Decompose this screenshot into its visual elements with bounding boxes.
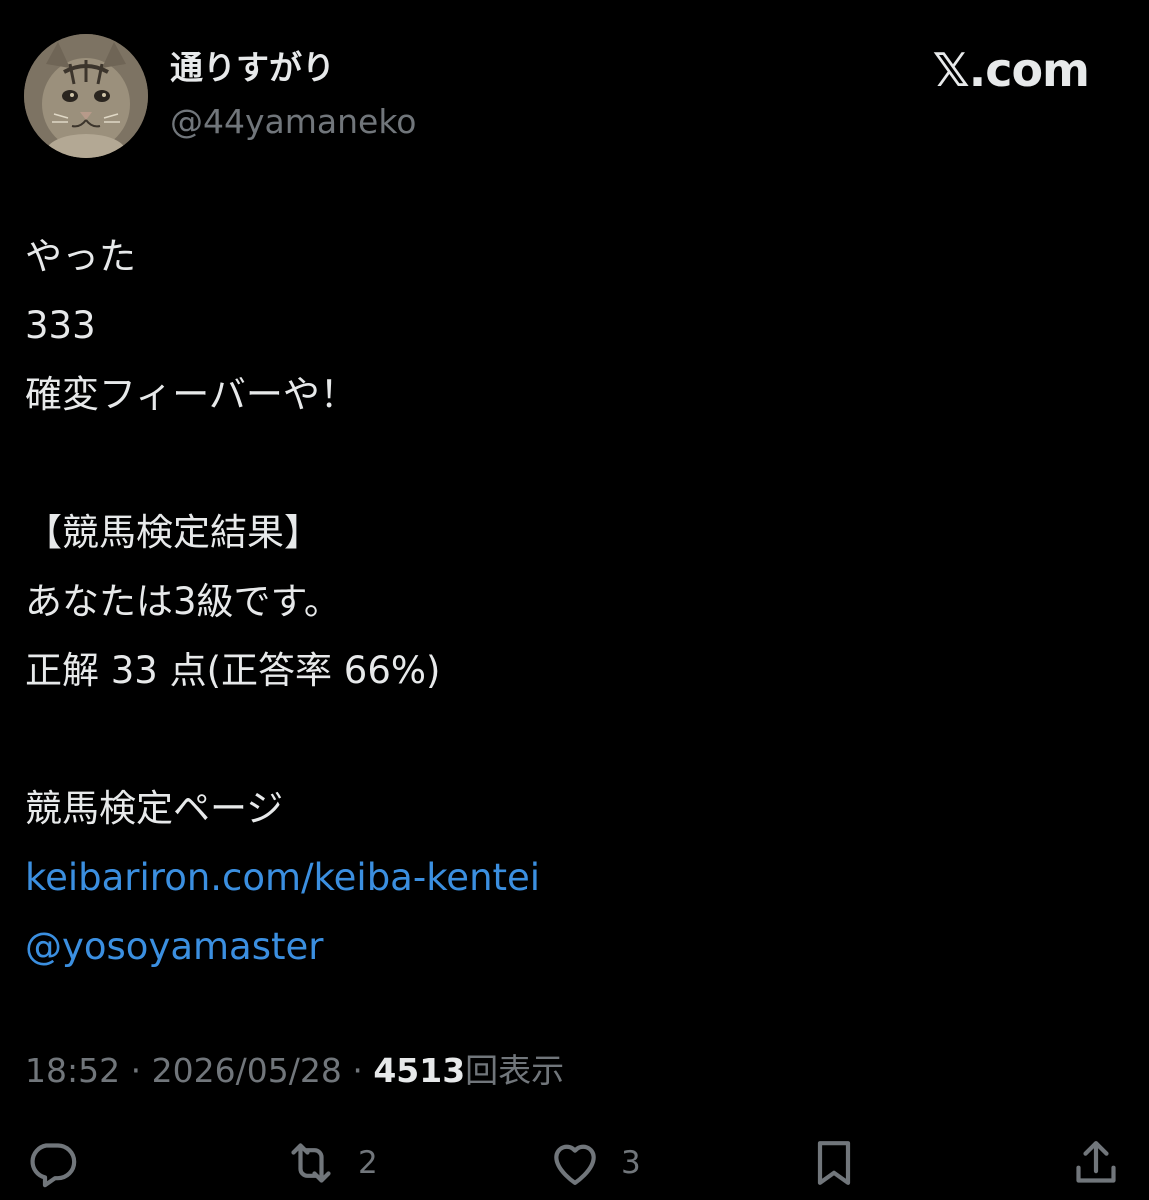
share-icon (1076, 1141, 1116, 1183)
tweet-time[interactable]: 18:52 (25, 1051, 120, 1090)
retweet-button[interactable]: 2 (282, 1132, 378, 1194)
share-button[interactable] (1068, 1132, 1124, 1194)
tweet-line: 正解 33 点(正答率 66%) (25, 649, 441, 692)
retweet-count: 2 (358, 1145, 378, 1181)
meta-separator: · (130, 1051, 142, 1090)
display-name[interactable]: 通りすがり (170, 46, 335, 90)
reply-button[interactable] (24, 1132, 80, 1194)
tweet-actions: 2 3 (0, 1132, 1149, 1200)
tweet-line: あなたは3級です。 (25, 580, 341, 623)
avatar[interactable] (24, 34, 148, 158)
tweet-meta: 18:52 · 2026/05/28 · 4513回表示 (25, 1046, 564, 1096)
meta-separator: · (352, 1051, 363, 1090)
user-handle[interactable]: @44yamaneko (170, 100, 416, 144)
heart-icon (554, 1144, 596, 1185)
like-count: 3 (621, 1145, 641, 1181)
tweet-mention-link[interactable]: @yosoyamaster (25, 912, 1125, 981)
reply-icon (30, 1143, 77, 1188)
tweet-link-url[interactable]: keibariron.com/keiba-kentei (25, 843, 1125, 912)
tweet-line: 333 (25, 304, 96, 347)
tweet-header: 通りすがり @44yamaneko 𝕏.com (0, 0, 1149, 175)
views-count: 4513 (373, 1051, 466, 1090)
tweet-line: やった (25, 235, 136, 278)
tweet-date[interactable]: 2026/05/28 (152, 1051, 342, 1090)
x-logo-brand: 𝕏.com (932, 43, 1090, 97)
cat-avatar-image (24, 34, 148, 158)
views-label: 回表示 (465, 1051, 565, 1090)
tweet-text: やった 333 確変フィーバーや！ 【競馬検定結果】 あなたは3級です。 正解 … (25, 222, 1125, 981)
like-button[interactable]: 3 (547, 1132, 641, 1194)
tweet-line: 確変フィーバーや！ (25, 373, 357, 416)
tweet-line: 【競馬検定結果】 (25, 511, 321, 554)
bookmark-button[interactable] (806, 1132, 862, 1194)
tweet-line: 競馬検定ページ (25, 787, 284, 830)
retweet-icon (291, 1143, 331, 1183)
bookmark-icon (817, 1141, 851, 1185)
